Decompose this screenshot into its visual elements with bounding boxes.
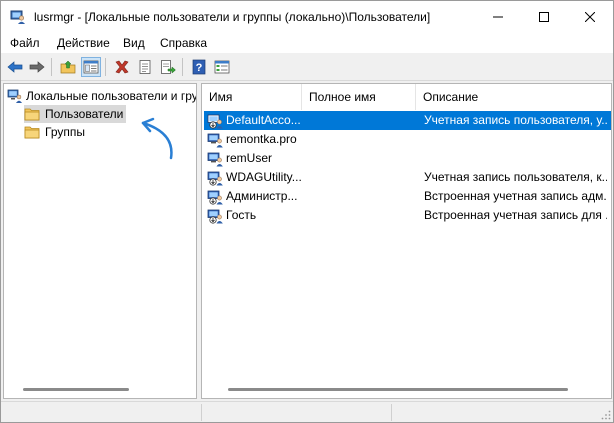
user-row[interactable]: WDAGUtility... Учетная запись пользовател…: [204, 168, 611, 187]
column-header-name[interactable]: Имя: [202, 84, 302, 110]
list-horizontal-scrollbar[interactable]: [228, 388, 568, 391]
user-disabled-icon: [207, 190, 223, 205]
users-app-icon: [10, 10, 25, 24]
title-bar[interactable]: lusrmgr - [Локальные пользователи и груп…: [1, 1, 613, 33]
forward-icon: [29, 61, 45, 73]
user-icon: [207, 152, 223, 167]
tree-item-label: Группы: [45, 125, 85, 139]
folder-icon: [24, 126, 40, 139]
tree-horizontal-scrollbar[interactable]: [23, 388, 129, 391]
user-row[interactable]: Администр... Встроенная учетная запись ад…: [204, 187, 611, 206]
close-button[interactable]: [567, 1, 613, 33]
column-header-description[interactable]: Описание: [416, 84, 611, 110]
user-name-cell: remontka.pro: [226, 132, 297, 146]
view-button[interactable]: [212, 57, 232, 77]
delete-button[interactable]: [112, 57, 132, 77]
column-header-label: Имя: [209, 90, 233, 104]
computer-users-icon: [7, 89, 22, 103]
user-name-cell: WDAGUtility...: [226, 170, 302, 184]
column-header-label: Полное имя: [309, 90, 376, 104]
properties-icon: [139, 60, 151, 74]
show-tree-icon: [83, 60, 99, 74]
menu-file[interactable]: Файл: [10, 36, 40, 50]
lusrmgr-window: lusrmgr - [Локальные пользователи и груп…: [0, 0, 614, 423]
toolbar: ?: [1, 54, 613, 81]
folder-up-icon: [60, 60, 76, 74]
user-name-cell: Гость: [226, 208, 257, 222]
user-description-cell: Учетная запись пользователя, к...: [424, 170, 607, 184]
column-header-label: Описание: [423, 90, 479, 104]
menu-help[interactable]: Справка: [160, 36, 207, 50]
tree-item-groups[interactable]: Группы: [24, 123, 88, 141]
status-segment: [201, 404, 391, 421]
help-icon: ?: [192, 59, 206, 75]
close-icon: [585, 12, 595, 22]
user-description-cell: Учетная запись пользователя, у...: [424, 113, 607, 127]
delete-icon: [115, 60, 129, 74]
folder-icon: [24, 108, 40, 121]
maximize-button[interactable]: [521, 1, 567, 33]
user-disabled-icon: [207, 171, 223, 186]
help-button[interactable]: ?: [189, 57, 209, 77]
status-segment: [391, 404, 601, 421]
user-name-cell: DefaultAcco...: [226, 113, 301, 127]
user-row[interactable]: DefaultAcco... Учетная запись пользовател…: [204, 111, 611, 130]
column-header-full-name[interactable]: Полное имя: [302, 84, 416, 110]
properties-button[interactable]: [135, 57, 155, 77]
forward-button[interactable]: [27, 57, 47, 77]
user-icon: [207, 133, 223, 148]
user-name-cell: Администр...: [226, 189, 298, 203]
back-icon: [7, 61, 23, 73]
user-disabled-icon: [207, 209, 223, 224]
window-title: lusrmgr - [Локальные пользователи и груп…: [34, 10, 431, 24]
show-hide-tree-button[interactable]: [81, 57, 101, 77]
export-icon: [161, 60, 176, 74]
tree-root-label: Локальные пользователи и гру: [26, 89, 197, 103]
minimize-button[interactable]: [475, 1, 521, 33]
menu-bar: Файл Действие Вид Справка: [1, 33, 613, 53]
up-level-button[interactable]: [58, 57, 78, 77]
menu-action[interactable]: Действие: [57, 36, 110, 50]
view-icon: [214, 60, 230, 74]
export-list-button[interactable]: [158, 57, 178, 77]
user-disabled-icon: [207, 114, 223, 129]
tree-item-users[interactable]: Пользователи: [24, 105, 127, 123]
users-list-pane[interactable]: Имя Полное имя Описание DefaultAcco... Уч…: [201, 83, 612, 399]
user-row[interactable]: remUser: [204, 149, 611, 168]
menu-view[interactable]: Вид: [123, 36, 145, 50]
tree-item-label: Пользователи: [45, 107, 124, 121]
toolbar-separator: [182, 58, 183, 76]
back-button[interactable]: [5, 57, 25, 77]
user-description-cell: Встроенная учетная запись для ...: [424, 208, 607, 222]
toolbar-separator: [51, 58, 52, 76]
svg-text:?: ?: [196, 62, 203, 74]
tree-pane[interactable]: Локальные пользователи и гру Пользовател…: [3, 83, 197, 399]
resize-grip-icon[interactable]: [601, 410, 611, 420]
toolbar-separator: [105, 58, 106, 76]
user-description-cell: Встроенная учетная запись адм...: [424, 189, 607, 203]
maximize-icon: [539, 12, 549, 22]
user-row[interactable]: Гость Встроенная учетная запись для ...: [204, 206, 611, 225]
minimize-icon: [493, 16, 503, 18]
user-row[interactable]: remontka.pro: [204, 130, 611, 149]
tree-root[interactable]: Локальные пользователи и гру: [7, 88, 197, 104]
user-name-cell: remUser: [226, 151, 273, 165]
status-bar: [1, 401, 613, 422]
